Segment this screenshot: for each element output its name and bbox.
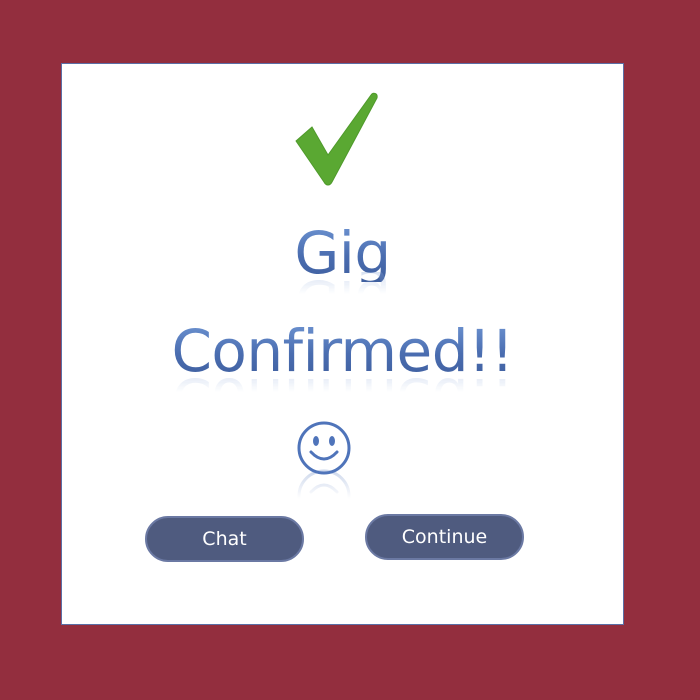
- continue-button-label: Continue: [401, 526, 488, 548]
- check-icon: [295, 92, 378, 186]
- continue-button[interactable]: Continue: [365, 514, 524, 560]
- smiley-reflection-icon: [297, 469, 351, 523]
- chat-button[interactable]: Chat: [145, 516, 304, 562]
- title-line-gig: Gig: [62, 224, 623, 282]
- title-line-confirmed: Confirmed!!: [62, 322, 623, 380]
- confirmation-dialog: Gig Gig Confirmed!! Confirmed!! Chat Con…: [61, 63, 624, 625]
- chat-button-label: Chat: [202, 528, 247, 550]
